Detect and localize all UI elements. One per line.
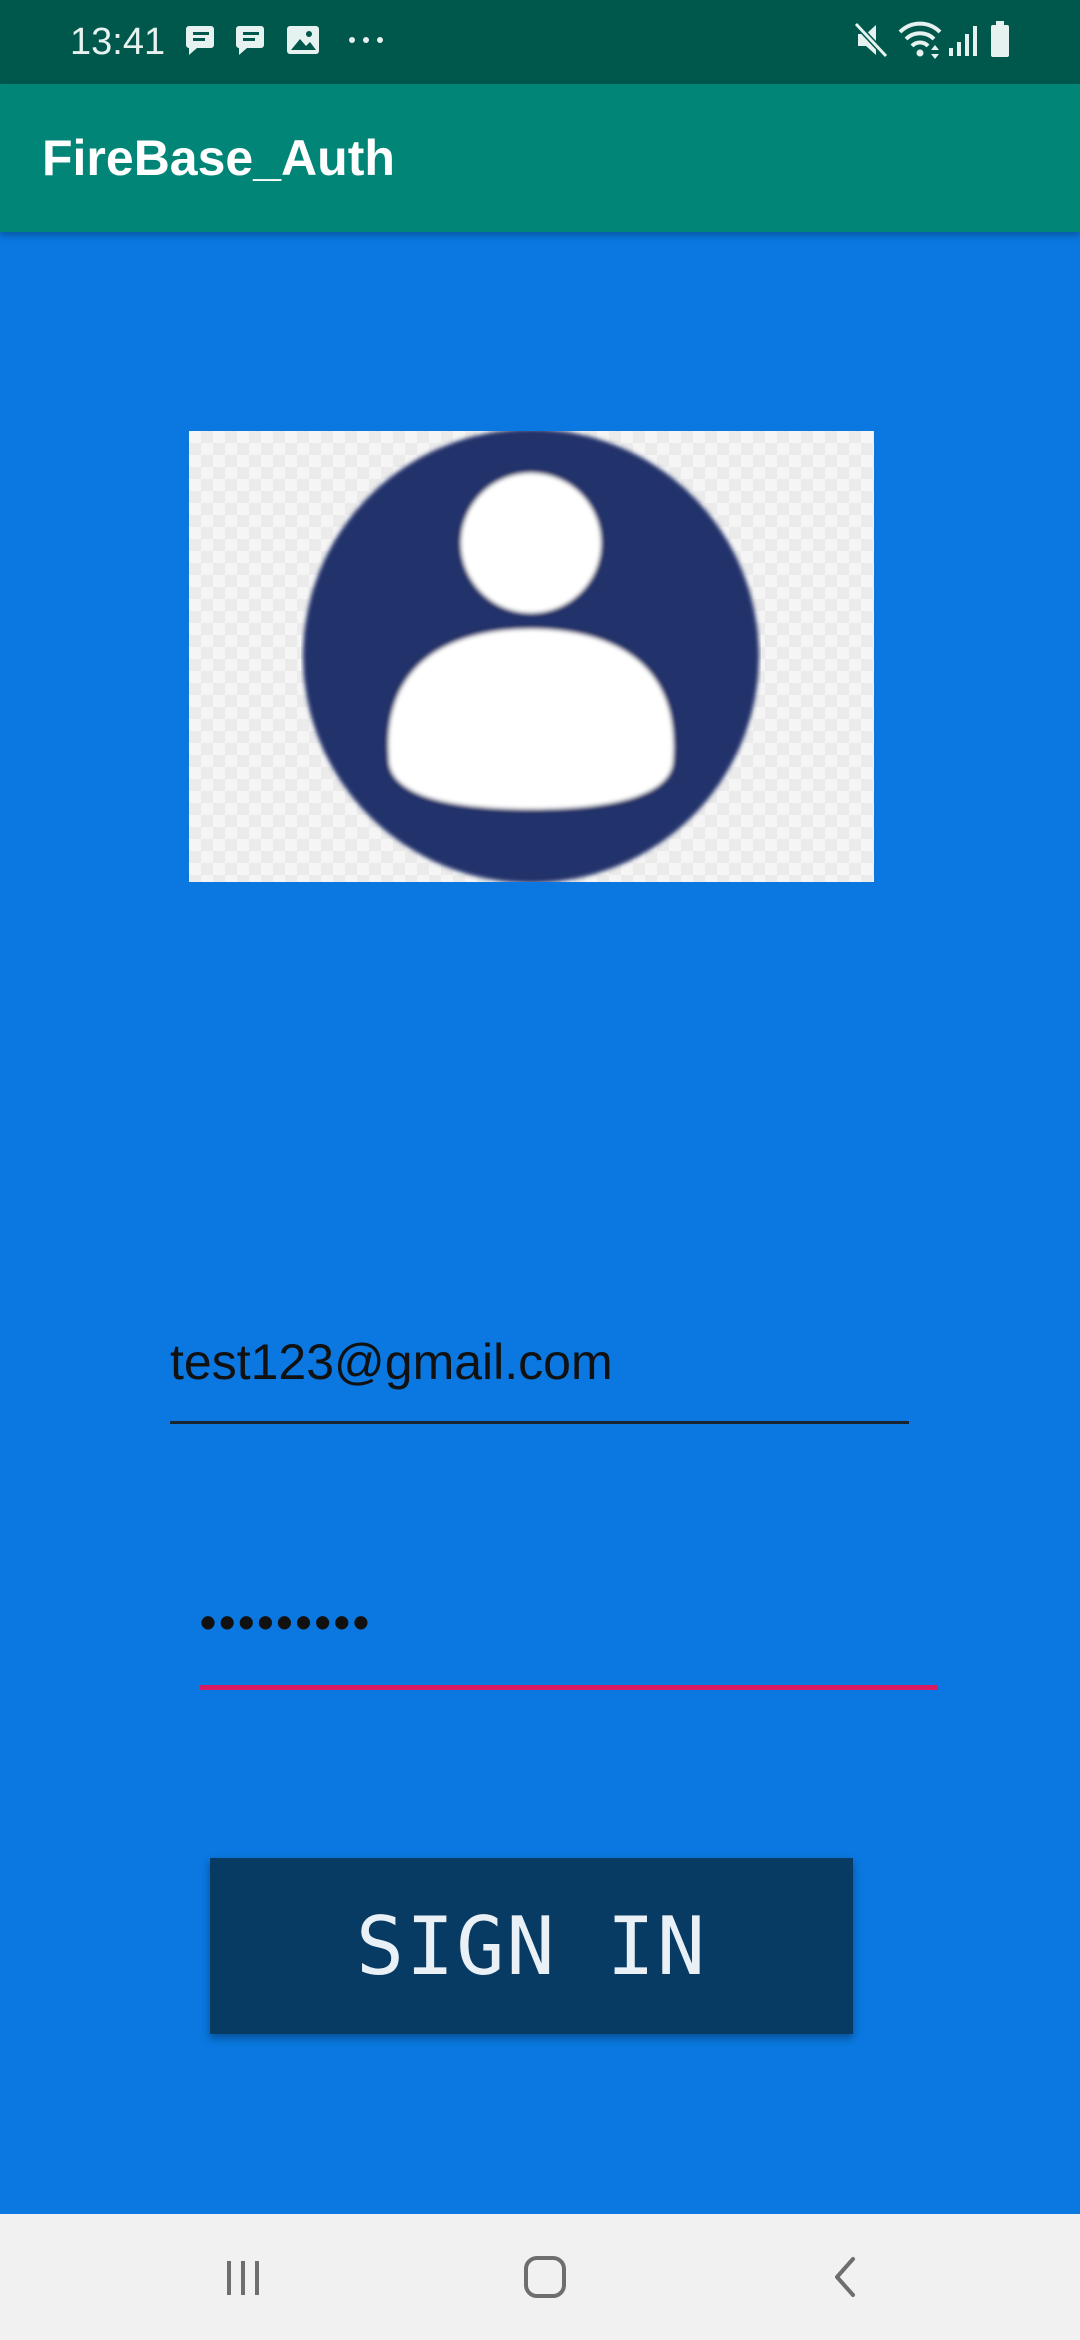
home-button[interactable]: [445, 2214, 645, 2340]
recent-apps-button[interactable]: [143, 2214, 343, 2340]
status-bar: 13:41: [0, 0, 1080, 84]
app-bar: FireBase_Auth: [0, 84, 1080, 232]
sign-in-button[interactable]: SIGN IN: [210, 1858, 853, 2034]
mute-icon: [852, 18, 892, 67]
signal-icon: [947, 18, 983, 67]
image-icon: [285, 22, 321, 63]
user-avatar-icon: [303, 431, 759, 882]
home-icon: [524, 2256, 566, 2298]
navigation-bar: [0, 2214, 1080, 2340]
email-field-underline: [170, 1421, 909, 1424]
email-field[interactable]: test123@gmail.com: [170, 1332, 613, 1392]
app-title: FireBase_Auth: [42, 130, 395, 186]
password-field-underline: [200, 1685, 938, 1690]
back-icon: [835, 2257, 855, 2297]
sign-in-button-label: SIGN IN: [355, 1899, 708, 1993]
password-field[interactable]: •••••••••: [200, 1592, 372, 1652]
wifi-icon: [897, 18, 943, 67]
recent-apps-icon: [227, 2261, 259, 2295]
status-time: 13:41: [70, 21, 166, 63]
chat-icon: [233, 22, 269, 63]
chat-icon: [183, 22, 219, 63]
back-button[interactable]: [747, 2214, 947, 2340]
avatar-image: [189, 431, 874, 882]
more-icon: [346, 22, 386, 63]
battery-icon: [988, 18, 1012, 67]
